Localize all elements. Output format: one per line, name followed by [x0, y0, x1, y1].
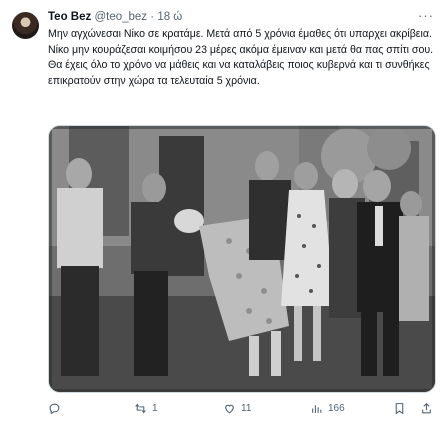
tweet[interactable]: Teo Bez @teo_bez · 18 ώ ··· Μην αγχώνεσα…	[0, 0, 446, 430]
bookmark-button[interactable]	[393, 402, 406, 415]
tweet-header: Teo Bez @teo_bez · 18 ώ	[48, 9, 182, 25]
avatar[interactable]	[12, 12, 39, 39]
reply-icon	[49, 403, 60, 415]
reply-button[interactable]	[48, 402, 66, 415]
author-handle[interactable]: @teo_bez	[94, 11, 147, 23]
share-button[interactable]	[420, 402, 433, 415]
views-button[interactable]: 166	[310, 402, 345, 415]
more-icon[interactable]: ···	[418, 8, 434, 23]
views-count: 166	[328, 403, 345, 414]
film-still-image	[49, 126, 435, 392]
views-icon	[312, 405, 322, 413]
retweet-button[interactable]: 1	[134, 402, 158, 415]
bookmark-icon	[395, 403, 404, 415]
share-icon	[422, 402, 431, 414]
author-name[interactable]: Teo Bez	[48, 11, 91, 23]
heart-icon	[225, 404, 234, 414]
like-button[interactable]: 11	[223, 402, 251, 415]
like-count: 11	[241, 403, 252, 414]
retweet-count: 1	[152, 403, 158, 414]
tweet-text: Μην αγχώνεσαι Νίκο σε κρατάμε. Μετά από …	[48, 28, 437, 87]
header-separator: ·	[150, 11, 155, 23]
tweet-actions: 1 11 166	[48, 402, 434, 420]
tweet-media-image[interactable]	[48, 125, 436, 393]
retweet-icon	[135, 403, 146, 414]
tweet-time[interactable]: 18 ώ	[157, 11, 182, 23]
